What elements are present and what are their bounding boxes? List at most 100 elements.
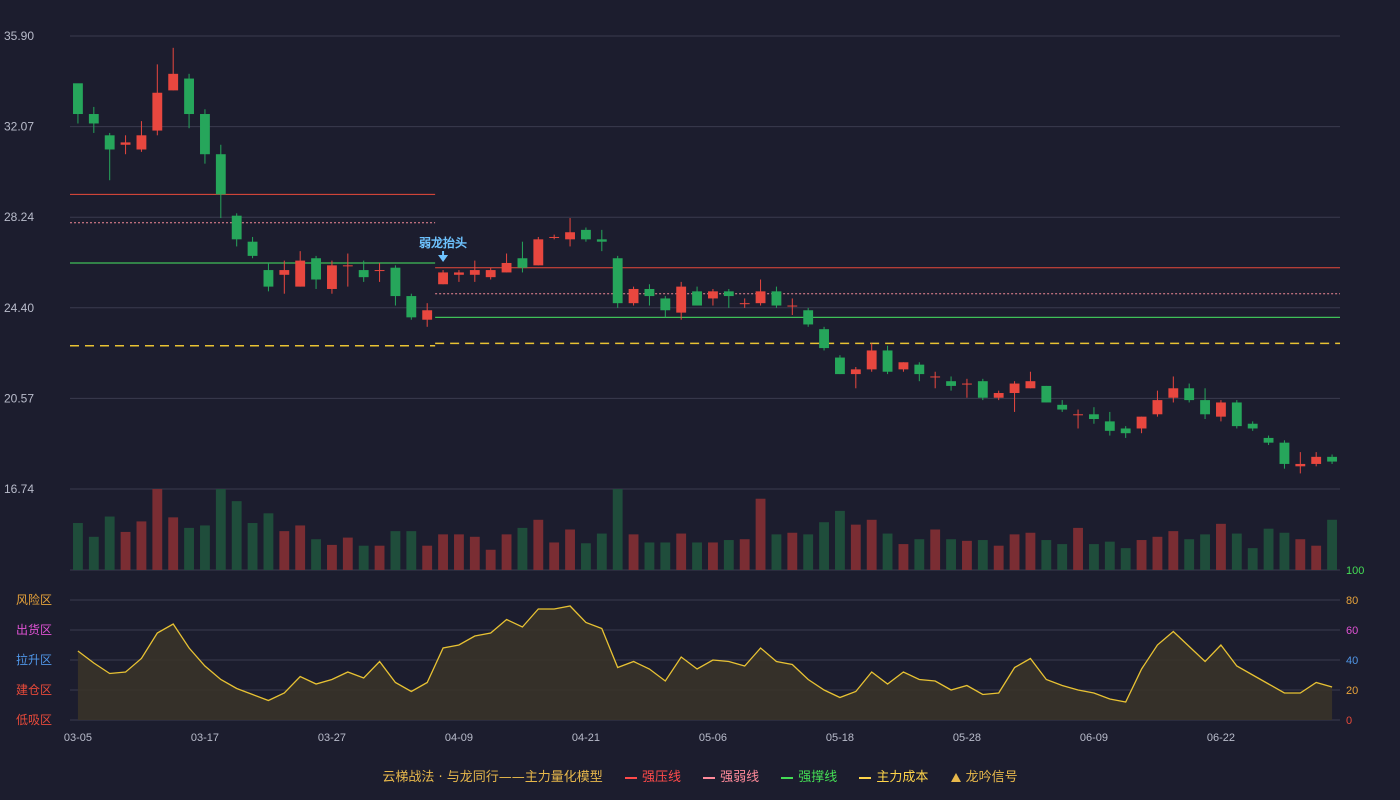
candle-body	[1295, 463, 1306, 467]
candle-body	[1263, 437, 1274, 443]
candle-body	[1216, 402, 1226, 417]
volume-bar	[930, 529, 941, 570]
volume-bar	[263, 513, 274, 570]
candle-body	[581, 229, 591, 240]
chart-legend: 云梯战法 · 与龙同行——主力量化模型 强压线 强弱线 强撑线 主力成本 龙吟信…	[0, 766, 1400, 785]
volume-bar	[152, 489, 163, 570]
legend-label: 主力成本	[876, 770, 929, 785]
volume-bar	[612, 489, 623, 570]
resistance-swatch-icon	[624, 776, 637, 779]
x-tick-label: 05-06	[699, 732, 727, 744]
volume-bar	[533, 519, 544, 570]
oscillator-tick-label: 0	[1346, 715, 1352, 727]
legend-item-resistance[interactable]: 强压线	[624, 770, 681, 785]
candle-body	[787, 305, 798, 307]
candle-body	[835, 357, 845, 375]
volume-bar	[73, 523, 83, 570]
candle-body	[1279, 442, 1290, 464]
volume-bar	[1089, 544, 1099, 570]
oscillator-area	[77, 606, 1333, 720]
volume-bar	[723, 540, 734, 570]
support-swatch-icon	[781, 776, 794, 779]
volume-bar	[1311, 545, 1322, 570]
legend-label: 强弱线	[720, 770, 760, 785]
candle-body	[454, 272, 464, 275]
legend-item-strength[interactable]: 强弱线	[703, 770, 759, 785]
volume-bar	[898, 544, 909, 570]
candle-body	[295, 260, 306, 287]
legend-item-signal[interactable]: 龙吟信号	[950, 770, 1018, 785]
volume-bar	[835, 510, 845, 570]
volume-bar	[596, 533, 607, 570]
candle-body	[374, 270, 385, 272]
volume-bar	[454, 534, 464, 570]
candle-body	[692, 291, 702, 306]
candle-body	[1327, 456, 1337, 462]
x-tick-label: 03-17	[191, 732, 219, 744]
legend-item-support[interactable]: 强撑线	[781, 770, 837, 785]
volume-bar	[311, 539, 321, 570]
volume-bar	[962, 540, 972, 570]
candle-body	[1231, 402, 1242, 427]
candle-body	[755, 291, 766, 304]
candle-body	[866, 350, 877, 370]
oscillator-tick-label: 60	[1346, 625, 1358, 637]
zone-label: 风险区	[16, 592, 52, 607]
volume-bar	[993, 545, 1004, 570]
price-tick-label: 20.57	[4, 391, 34, 405]
volume-bar	[438, 534, 448, 570]
candle-body	[1120, 428, 1131, 434]
candle-body	[120, 142, 131, 145]
x-tick-label: 05-28	[953, 732, 981, 744]
candle-body	[231, 215, 242, 240]
volume-bar	[88, 536, 99, 570]
candle-body	[644, 288, 655, 297]
candle-body	[152, 92, 163, 131]
candle-body	[327, 265, 337, 289]
x-tick-label: 04-09	[445, 732, 473, 744]
candle-body	[501, 262, 512, 273]
strength-swatch-icon	[703, 776, 716, 779]
candle-body	[596, 239, 607, 242]
candle-body	[358, 270, 369, 278]
x-tick-label: 04-21	[572, 732, 600, 744]
candle-body	[88, 114, 99, 124]
volume-bar	[946, 539, 956, 570]
candle-body	[930, 376, 941, 378]
x-tick-label: 06-22	[1207, 732, 1235, 744]
candle-body	[612, 258, 623, 304]
candle-body	[168, 73, 179, 91]
candle-body	[136, 135, 147, 150]
candle-body	[263, 270, 274, 287]
candle-body	[977, 381, 988, 398]
candle-body	[1200, 400, 1210, 415]
legend-item-cost[interactable]: 主力成本	[859, 770, 928, 785]
x-tick-label: 06-09	[1080, 732, 1108, 744]
volume-bar	[120, 531, 131, 570]
volume-bar	[819, 522, 829, 570]
candle-body	[342, 265, 353, 267]
candle-body	[279, 270, 290, 275]
volume-bar	[565, 529, 575, 570]
volume-bar	[406, 531, 417, 570]
candle-body	[247, 241, 258, 256]
volume-bar	[660, 542, 671, 570]
candle-body	[390, 267, 401, 297]
candle-body	[723, 291, 734, 297]
candle-body	[517, 258, 528, 268]
candle-body	[1089, 414, 1099, 420]
volume-bar	[1073, 527, 1083, 570]
candle-body	[1247, 423, 1258, 429]
candle-body	[549, 236, 560, 238]
candle-body	[628, 288, 639, 304]
price-tick-label: 24.40	[4, 301, 34, 315]
volume-bar	[1152, 536, 1163, 570]
volume-bar	[1025, 532, 1036, 570]
candle-body	[1152, 400, 1163, 415]
volume-bar	[1041, 540, 1052, 570]
volume-bar	[342, 537, 353, 570]
volume-bar	[739, 539, 750, 570]
candle-body	[1025, 381, 1036, 389]
signal-annotation: 弱龙抬头	[419, 235, 467, 250]
candle-body	[676, 286, 687, 313]
